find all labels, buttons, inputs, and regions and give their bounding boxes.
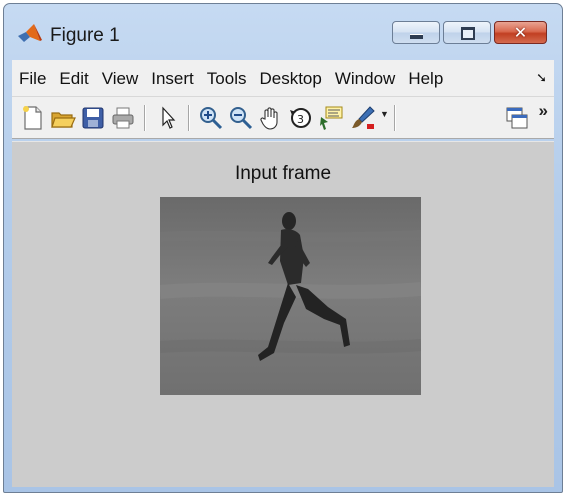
save-icon[interactable] — [80, 105, 106, 131]
axes-title: Input frame — [234, 163, 332, 184]
maximize-icon — [461, 27, 475, 40]
input-frame-image — [160, 197, 421, 395]
maximize-button[interactable] — [443, 21, 491, 44]
title-bar[interactable]: Figure 1 ✕ — [4, 4, 562, 56]
figure-window: Figure 1 ✕ File Edit View Insert Tools Deskto… — [3, 3, 563, 493]
toolbar-separator — [394, 105, 396, 131]
minimize-icon — [410, 34, 423, 39]
menu-bar: File Edit View Insert Tools Desktop Window Help… — [12, 60, 554, 97]
pan-hand-icon[interactable] — [258, 105, 284, 131]
new-figure-icon[interactable] — [20, 105, 46, 131]
brush-icon[interactable] — [350, 105, 376, 131]
open-file-icon[interactable] — [50, 105, 76, 131]
close-button[interactable]: ✕ — [494, 21, 547, 44]
svg-text:3: 3 — [297, 113, 304, 126]
matlab-icon — [18, 24, 42, 44]
more-chevron-icon[interactable]: » — [539, 101, 548, 121]
menu-help[interactable]: Help — [401, 60, 449, 96]
minimize-button[interactable] — [392, 21, 440, 44]
figure-canvas: Input frame — [12, 141, 554, 487]
menu-desktop[interactable]: Desktop — [252, 60, 327, 96]
rotate-3d-icon[interactable]: 3 — [288, 105, 314, 131]
menu-insert[interactable]: Insert — [144, 60, 200, 96]
arrow-pointer-icon[interactable] — [155, 105, 181, 131]
menu-tools[interactable]: Tools — [200, 60, 253, 96]
window-title: Figure 1 — [50, 25, 120, 46]
link-plot-icon[interactable] — [504, 105, 530, 131]
menu-view[interactable]: View — [95, 60, 145, 96]
menu-file[interactable]: File — [12, 60, 52, 96]
data-cursor-icon[interactable] — [318, 105, 344, 131]
toolbar-separator — [144, 105, 146, 131]
menu-window[interactable]: Window — [328, 60, 401, 96]
close-icon: ✕ — [513, 23, 528, 42]
menu-edit[interactable]: Edit — [52, 60, 94, 96]
zoom-out-icon[interactable] — [228, 105, 254, 131]
print-icon[interactable] — [110, 105, 136, 131]
zoom-in-icon[interactable] — [198, 105, 224, 131]
dropdown-arrow-icon[interactable]: ▼ — [380, 109, 389, 119]
chevron-more-icon[interactable]: ➘ — [536, 60, 547, 96]
toolbar-separator — [188, 105, 190, 131]
figure-toolbar: 3 ▼ » — [12, 97, 554, 139]
